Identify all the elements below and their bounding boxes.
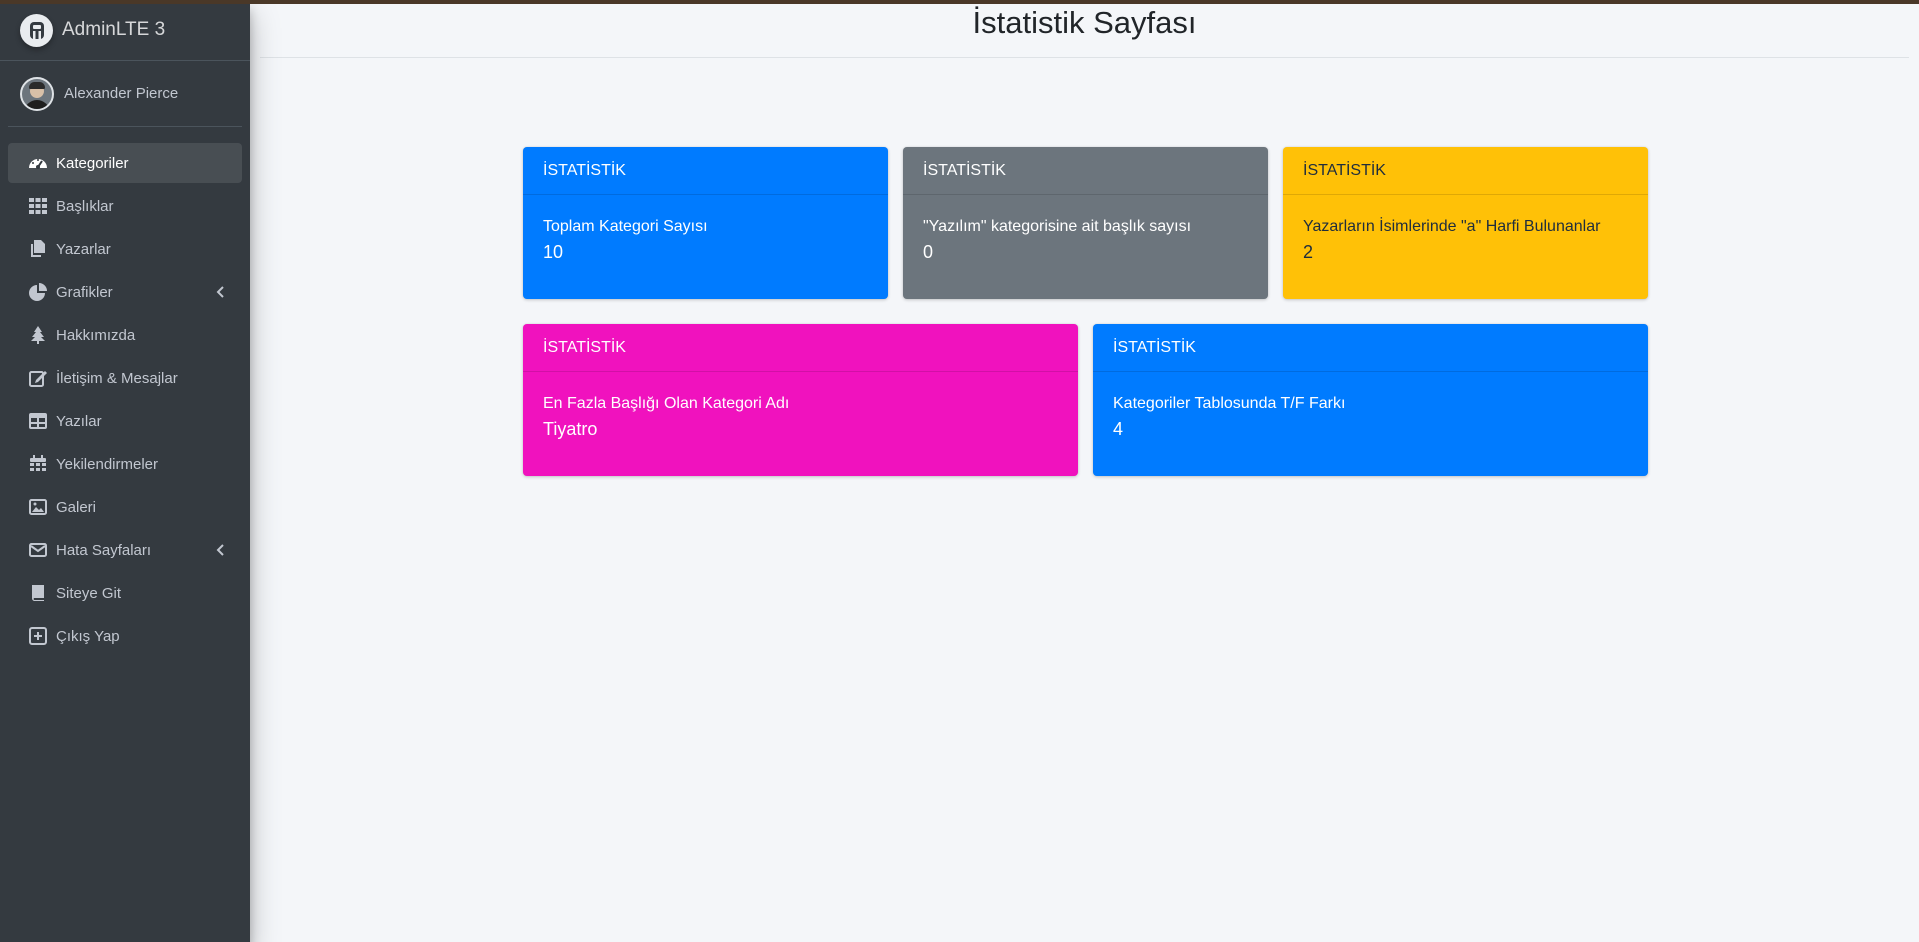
sidebar-item-hakkimizda[interactable]: Hakkımızda <box>8 315 242 355</box>
card-value: 2 <box>1303 242 1314 262</box>
card-header: İSTATİSTİK <box>523 324 1078 372</box>
card-value: 0 <box>923 242 934 262</box>
sidebar-item-basliklar[interactable]: Başlıklar <box>8 186 242 226</box>
card-label: En Fazla Başlığı Olan Kategori Adı <box>543 395 790 412</box>
card-header: İSTATİSTİK <box>1283 147 1648 195</box>
sidebar-item-label: Hakkımızda <box>56 326 136 344</box>
card-value: 10 <box>543 242 564 262</box>
top-border <box>0 0 1919 4</box>
stat-card-yazar-a-harfi: İSTATİSTİK Yazarların İsimlerinde "a" Ha… <box>1283 147 1648 299</box>
sidebar-item-kategoriler[interactable]: Kategoriler <box>8 143 242 183</box>
sidebar-item-label: Yekilendirmeler <box>56 455 158 473</box>
brand-link[interactable]: AdminLTE 3 <box>0 0 250 61</box>
edit-icon <box>28 368 48 388</box>
sidebar-item-label: Yazılar <box>56 412 102 430</box>
page-header: İstatistik Sayfası <box>260 0 1909 58</box>
sidebar-item-cikis-yap[interactable]: Çıkış Yap <box>8 616 242 656</box>
table-icon <box>28 411 48 431</box>
sidebar-item-label: Kategoriler <box>56 154 129 172</box>
stat-card-en-fazla-baslik: İSTATİSTİK En Fazla Başlığı Olan Kategor… <box>523 324 1078 476</box>
chevron-left-icon[interactable] <box>212 542 228 558</box>
sidebar-item-label: Galeri <box>56 498 97 516</box>
sidebar-item-yazilar[interactable]: Yazılar <box>8 401 242 441</box>
sidebar-item-label: Yazarlar <box>56 240 111 258</box>
card-value: 4 <box>1113 419 1124 439</box>
chart-pie-icon <box>28 282 48 302</box>
sidebar-item-label: İletişim & Mesajlar <box>56 369 178 387</box>
user-name: Alexander Pierce <box>64 85 179 102</box>
card-header: İSTATİSTİK <box>1093 324 1648 372</box>
book-icon <box>28 583 48 603</box>
chevron-left-icon[interactable] <box>212 284 228 300</box>
dashboard-icon <box>28 153 48 173</box>
sidebar-item-hata-sayfalari[interactable]: Hata Sayfaları <box>8 530 242 570</box>
sidebar-item-label: Grafikler <box>56 283 113 301</box>
brand-text: AdminLTE 3 <box>62 19 166 40</box>
card-label: "Yazılım" kategorisine ait başlık sayısı <box>923 218 1192 235</box>
card-label: Toplam Kategori Sayısı <box>543 218 708 235</box>
sidebar-item-label: Başlıklar <box>56 197 114 215</box>
sidebar-item-grafikler[interactable]: Grafikler <box>8 272 242 312</box>
image-icon <box>28 497 48 517</box>
sidebar-item-label: Çıkış Yap <box>56 627 120 645</box>
avatar <box>20 76 54 111</box>
adminlte-logo-icon <box>20 13 53 47</box>
stat-card-kategori-sayisi: İSTATİSTİK Toplam Kategori Sayısı 10 <box>523 147 888 299</box>
content-wrapper: İstatistik Sayfası İSTATİSTİK Toplam Kat… <box>250 0 1919 942</box>
user-panel[interactable]: Alexander Pierce <box>8 61 242 127</box>
card-value: Tiyatro <box>543 419 598 439</box>
envelope-icon <box>28 540 48 560</box>
sidebar-item-iletisim[interactable]: İletişim & Mesajlar <box>8 358 242 398</box>
calendar-icon <box>28 454 48 474</box>
sidebar-item-label: Siteye Git <box>56 584 122 602</box>
sidebar-item-label: Hata Sayfaları <box>56 541 152 559</box>
copy-icon <box>28 239 48 259</box>
card-header: İSTATİSTİK <box>523 147 888 195</box>
page-title: İstatistik Sayfası <box>972 4 1197 40</box>
grid-icon <box>28 196 48 216</box>
card-label: Yazarların İsimlerinde "a" Harfi Bulunan… <box>1303 218 1601 235</box>
sidebar-item-galeri[interactable]: Galeri <box>8 487 242 527</box>
plus-square-icon <box>28 626 48 646</box>
sidebar-item-yekilendirmeler[interactable]: Yekilendirmeler <box>8 444 242 484</box>
sidebar-item-siteye-git[interactable]: Siteye Git <box>8 573 242 613</box>
card-header: İSTATİSTİK <box>903 147 1268 195</box>
sidebar-item-yazarlar[interactable]: Yazarlar <box>8 229 242 269</box>
tree-icon <box>28 325 48 345</box>
card-label: Kategoriler Tablosunda T/F Farkı <box>1113 395 1346 412</box>
main-sidebar: AdminLTE 3 Alexander Pierce Kategoriler … <box>0 0 250 942</box>
stat-card-yazilim-baslik: İSTATİSTİK "Yazılım" kategorisine ait ba… <box>903 147 1268 299</box>
stat-card-tf-farki: İSTATİSTİK Kategoriler Tablosunda T/F Fa… <box>1093 324 1648 476</box>
sidebar-menu: Kategoriler Başlıklar Yazarlar Grafikler <box>0 127 250 656</box>
